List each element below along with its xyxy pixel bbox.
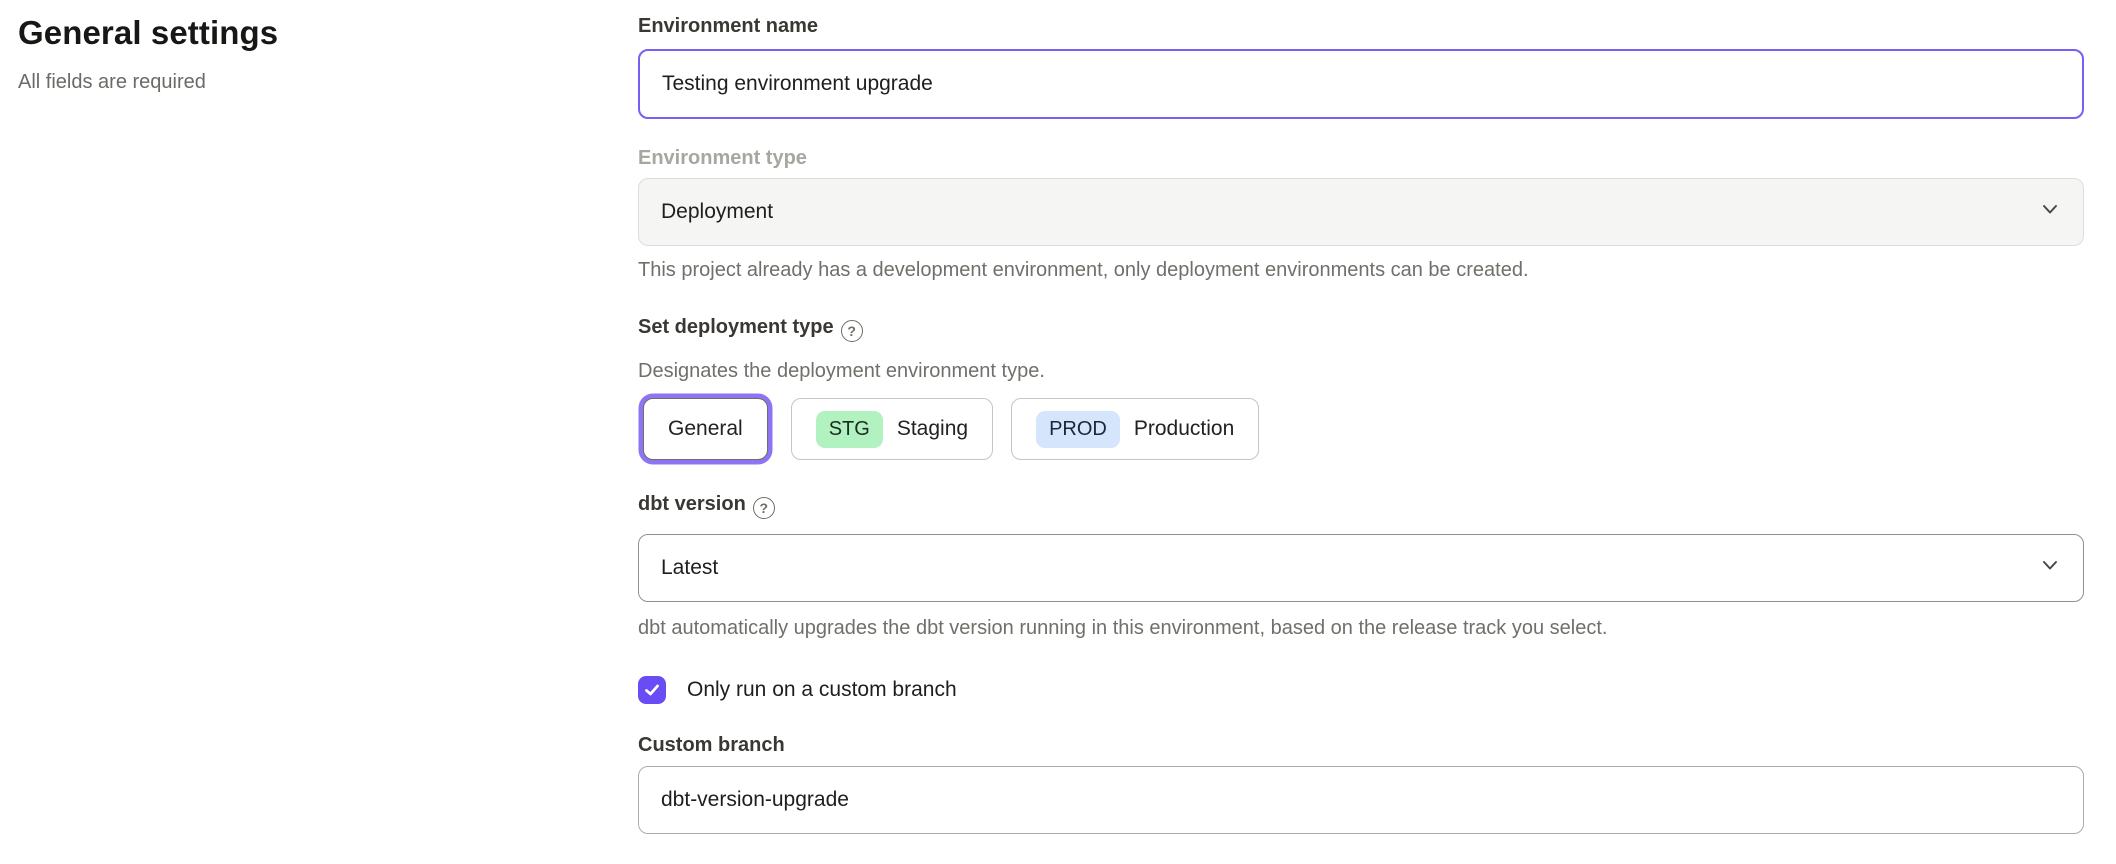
dbt-version-label: dbt version xyxy=(638,493,746,515)
environment-name-input[interactable] xyxy=(638,49,2084,119)
chevron-down-icon xyxy=(2039,554,2061,582)
custom-branch-checkbox[interactable] xyxy=(638,676,666,704)
environment-type-helper: This project already has a development e… xyxy=(638,258,2084,282)
general-settings-page: General settings All fields are required… xyxy=(0,0,2116,864)
staging-badge: STG xyxy=(816,411,883,448)
environment-name-label: Environment name xyxy=(638,14,2084,38)
chevron-down-icon xyxy=(2039,198,2061,226)
page-title: General settings xyxy=(18,14,638,52)
environment-settings-form: Environment name Environment type Deploy… xyxy=(638,0,2116,864)
settings-intro-panel: General settings All fields are required xyxy=(0,0,638,864)
dbt-version-value: Latest xyxy=(661,556,718,580)
custom-branch-checkbox-row: Only run on a custom branch xyxy=(638,676,2084,704)
help-icon[interactable]: ? xyxy=(753,497,775,519)
custom-branch-checkbox-label[interactable]: Only run on a custom branch xyxy=(687,678,957,702)
dbt-version-helper: dbt automatically upgrades the dbt versi… xyxy=(638,616,2084,640)
custom-branch-input[interactable] xyxy=(638,766,2084,834)
deployment-type-general-button[interactable]: General xyxy=(643,398,768,460)
environment-type-label: Environment type xyxy=(638,146,2084,170)
deployment-type-label: Set deployment type xyxy=(638,316,834,338)
deployment-type-staging-button[interactable]: STG Staging xyxy=(791,398,993,460)
deployment-type-production-label: Production xyxy=(1134,417,1234,441)
deployment-type-general-label: General xyxy=(668,417,743,441)
production-badge: PROD xyxy=(1036,411,1120,448)
deployment-type-staging-label: Staging xyxy=(897,417,968,441)
custom-branch-label: Custom branch xyxy=(638,733,2084,757)
page-subtitle: All fields are required xyxy=(18,71,638,94)
dbt-version-select[interactable]: Latest xyxy=(638,534,2084,602)
deployment-type-production-button[interactable]: PROD Production xyxy=(1011,398,1259,460)
dbt-version-label-row: dbt version? xyxy=(638,492,2084,519)
check-icon xyxy=(643,681,661,699)
deployment-type-label-row: Set deployment type? xyxy=(638,315,2084,342)
deployment-type-helper: Designates the deployment environment ty… xyxy=(638,359,2084,383)
help-icon[interactable]: ? xyxy=(841,320,863,342)
environment-type-select[interactable]: Deployment xyxy=(638,178,2084,246)
environment-type-value: Deployment xyxy=(661,200,773,224)
deployment-type-options: General STG Staging PROD Production xyxy=(638,398,2084,460)
